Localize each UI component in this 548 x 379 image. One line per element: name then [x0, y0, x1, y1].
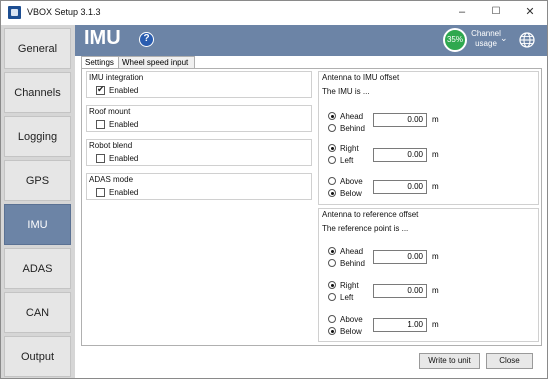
checkbox-label: Enabled — [109, 86, 139, 95]
radio-label: Left — [340, 293, 354, 302]
robot-blend-group: Robot blend Enabled — [86, 139, 312, 166]
page-header: IMU ? 35% Channel usage ⌄ — [75, 25, 547, 56]
sidebar-item-gps[interactable]: GPS — [4, 160, 71, 201]
globe-icon[interactable] — [518, 31, 536, 49]
group-title: Roof mount — [89, 107, 131, 116]
adas-mode-group: ADAS mode Enabled — [86, 173, 312, 200]
unit-label: m — [432, 182, 439, 191]
radio-label: Ahead — [340, 112, 364, 121]
group-subtitle: The IMU is ... — [322, 87, 370, 96]
radio-behind[interactable] — [328, 124, 336, 132]
checkbox-label: Enabled — [109, 188, 139, 197]
radio-label: Right — [340, 281, 359, 290]
radio-label: Ahead — [340, 247, 364, 256]
ref-below-offset-input[interactable]: 1.00 — [373, 318, 427, 332]
radio-label: Below — [340, 327, 362, 336]
channel-usage-indicator[interactable]: 35% — [443, 28, 467, 52]
group-subtitle: The reference point is ... — [322, 224, 409, 233]
group-title: Antenna to IMU offset — [322, 73, 400, 82]
chevron-down-icon[interactable]: ⌄ — [500, 33, 508, 44]
radio-left[interactable] — [328, 293, 336, 301]
radio-label: Right — [340, 144, 359, 153]
imu-right-offset-input[interactable]: 0.00 — [373, 148, 427, 162]
radio-label: Behind — [340, 259, 365, 268]
group-title: Robot blend — [89, 141, 133, 150]
channel-usage-label[interactable]: Channel usage — [470, 29, 502, 49]
imu-ahead-offset-input[interactable]: 0.00 — [373, 113, 427, 127]
close-window-button[interactable]: ✕ — [513, 1, 547, 23]
write-to-unit-button[interactable]: Write to unit — [419, 353, 480, 369]
settings-panel: IMU integration Enabled Roof mount Enabl… — [81, 68, 542, 346]
sidebar-item-output[interactable]: Output — [4, 336, 71, 377]
ref-ahead-offset-input[interactable]: 0.00 — [373, 250, 427, 264]
group-title: ADAS mode — [89, 175, 134, 184]
radio-above[interactable] — [328, 177, 336, 185]
adas-mode-checkbox[interactable] — [96, 188, 105, 197]
checkbox-label: Enabled — [109, 120, 139, 129]
unit-label: m — [432, 115, 439, 124]
ref-right-offset-input[interactable]: 0.00 — [373, 284, 427, 298]
radio-left[interactable] — [328, 156, 336, 164]
sidebar: General Channels Logging GPS IMU ADAS CA… — [1, 25, 75, 378]
radio-right[interactable] — [328, 144, 336, 152]
imu-integration-checkbox[interactable] — [96, 84, 105, 95]
radio-label: Above — [340, 177, 363, 186]
radio-above[interactable] — [328, 315, 336, 323]
radio-below[interactable] — [328, 189, 336, 197]
radio-ahead[interactable] — [328, 247, 336, 255]
page-title: IMU — [84, 27, 121, 49]
radio-below[interactable] — [328, 327, 336, 335]
group-title: IMU integration — [89, 73, 144, 82]
minimize-button[interactable]: – — [445, 1, 479, 23]
group-title: Antenna to reference offset — [322, 210, 419, 219]
title-bar: VBOX Setup 3.1.3 – ☐ ✕ — [1, 1, 547, 25]
robot-blend-checkbox[interactable] — [96, 154, 105, 163]
close-button[interactable]: Close — [486, 353, 533, 369]
sidebar-item-general[interactable]: General — [4, 28, 71, 69]
app-window: VBOX Setup 3.1.3 – ☐ ✕ General Channels … — [0, 0, 548, 379]
radio-right[interactable] — [328, 281, 336, 289]
radio-label: Above — [340, 315, 363, 324]
antenna-reference-offset-group: Antenna to reference offset The referenc… — [318, 208, 539, 342]
radio-ahead[interactable] — [328, 112, 336, 120]
imu-integration-group: IMU integration Enabled — [86, 71, 312, 98]
app-logo-icon — [8, 6, 21, 19]
imu-below-offset-input[interactable]: 0.00 — [373, 180, 427, 194]
antenna-imu-offset-group: Antenna to IMU offset The IMU is ... Ahe… — [318, 71, 539, 205]
unit-label: m — [432, 252, 439, 261]
radio-label: Left — [340, 156, 354, 165]
sidebar-item-adas[interactable]: ADAS — [4, 248, 71, 289]
window-title: VBOX Setup 3.1.3 — [27, 7, 101, 17]
help-icon[interactable]: ? — [139, 32, 154, 47]
radio-behind[interactable] — [328, 259, 336, 267]
sidebar-item-imu[interactable]: IMU — [4, 204, 71, 245]
sidebar-item-channels[interactable]: Channels — [4, 72, 71, 113]
sidebar-item-can[interactable]: CAN — [4, 292, 71, 333]
unit-label: m — [432, 320, 439, 329]
radio-label: Behind — [340, 124, 365, 133]
unit-label: m — [432, 286, 439, 295]
checkbox-label: Enabled — [109, 154, 139, 163]
sidebar-item-logging[interactable]: Logging — [4, 116, 71, 157]
roof-mount-checkbox[interactable] — [96, 120, 105, 129]
unit-label: m — [432, 150, 439, 159]
radio-label: Below — [340, 189, 362, 198]
maximize-button[interactable]: ☐ — [479, 1, 513, 23]
roof-mount-group: Roof mount Enabled — [86, 105, 312, 132]
